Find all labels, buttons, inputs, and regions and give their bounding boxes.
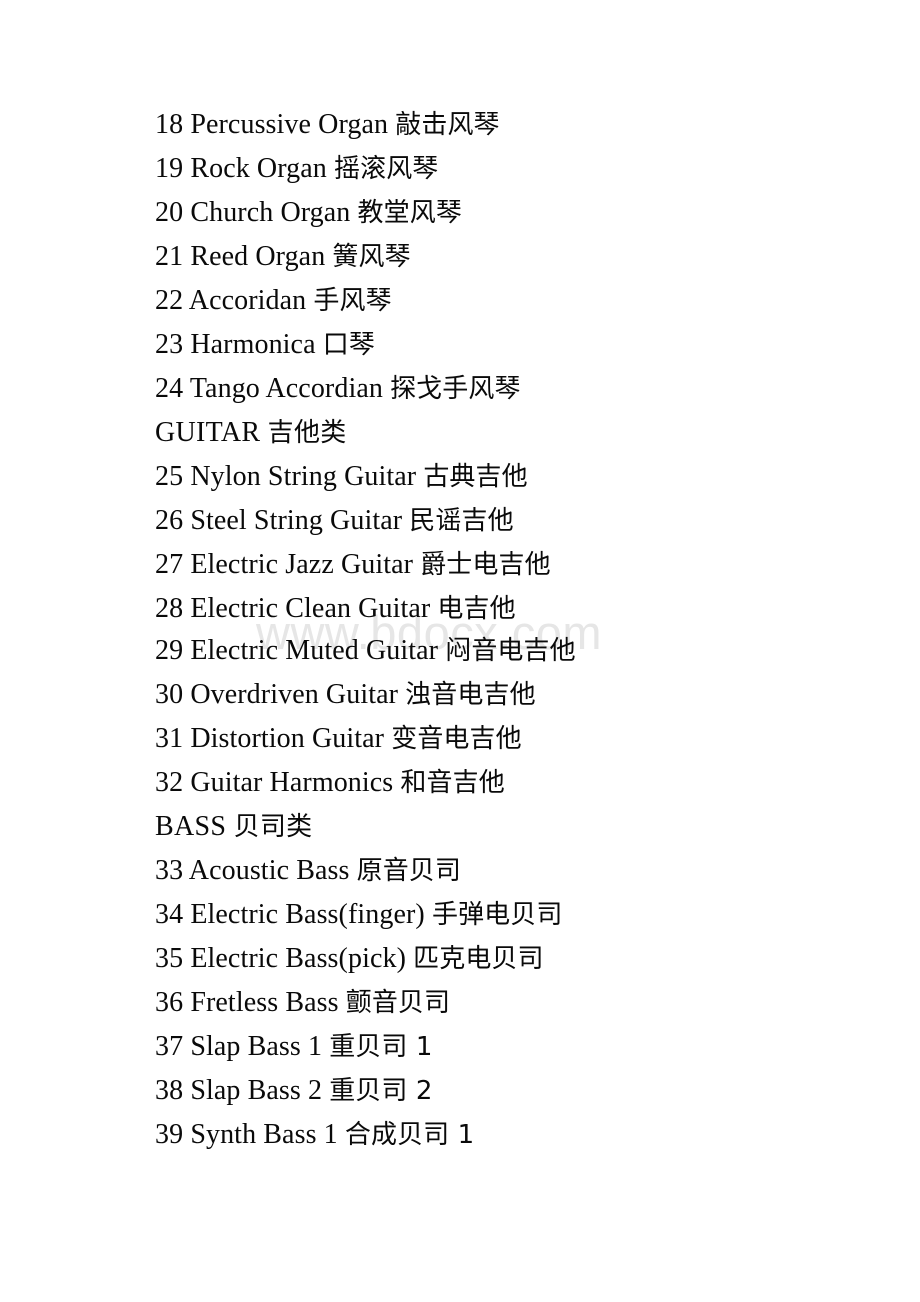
instrument-name-en: Church Organ	[190, 197, 351, 228]
instrument-number: 26	[155, 505, 184, 536]
instrument-number: 23	[155, 329, 184, 360]
instrument-name-cn: 变音电吉他	[391, 724, 522, 754]
instrument-name-en: Electric Bass(pick)	[190, 943, 407, 974]
instrument-name-en: Slap Bass 1	[190, 1031, 323, 1062]
instrument-name-en: Synth Bass 1	[190, 1119, 338, 1150]
instrument-name-en: Electric Muted Guitar	[190, 635, 439, 666]
instrument-name-cn: 原音贝司	[356, 856, 462, 886]
instrument-name-en: Acoustic Bass	[188, 855, 350, 886]
instrument-row: 22 Accoridan 手风琴	[155, 279, 855, 323]
instrument-number: 32	[155, 767, 184, 798]
instrument-name-cn: 匹克电贝司	[413, 944, 544, 974]
instrument-name-en: Electric Jazz Guitar	[190, 549, 414, 580]
instrument-name-cn: 浊音电吉他	[405, 680, 536, 710]
document-page: www.bdocx.com 18 Percussive Organ 敲击风琴 19…	[0, 0, 920, 1302]
instrument-row: 36 Fretless Bass 颤音贝司	[155, 981, 855, 1025]
category-heading: GUITAR 吉他类	[155, 411, 855, 455]
instrument-name-en: Steel String Guitar	[190, 505, 403, 536]
instrument-name-cn: 手风琴	[313, 286, 392, 316]
instrument-number: 25	[155, 461, 184, 492]
instrument-number: 22	[155, 285, 184, 316]
instrument-name-cn: 口琴	[322, 330, 375, 360]
instrument-name-en: Accoridan	[188, 285, 307, 316]
category-name-en: GUITAR	[155, 417, 261, 448]
instrument-name-cn: 闷音电吉他	[445, 636, 576, 666]
instrument-number: 24	[155, 373, 184, 404]
instrument-name-cn: 重贝司 2	[329, 1076, 433, 1106]
instrument-name-cn: 颤音贝司	[345, 988, 451, 1018]
instrument-name-cn: 教堂风琴	[357, 198, 462, 228]
instrument-name-en: Reed Organ	[190, 241, 326, 272]
instrument-number: 29	[155, 635, 184, 666]
instrument-row: 29 Electric Muted Guitar 闷音电吉他	[155, 631, 855, 673]
instrument-row: 35 Electric Bass(pick) 匹克电贝司	[155, 937, 855, 981]
instrument-number: 38	[155, 1075, 184, 1106]
instrument-name-cn: 敲击风琴	[395, 110, 500, 140]
instrument-row: 18 Percussive Organ 敲击风琴	[155, 103, 855, 147]
instrument-name-cn: 和音吉他	[400, 768, 505, 798]
instrument-row: 21 Reed Organ 簧风琴	[155, 235, 855, 279]
instrument-row: 25 Nylon String Guitar 古典吉他	[155, 455, 855, 499]
instrument-name-cn: 古典吉他	[423, 462, 528, 492]
instrument-row: 27 Electric Jazz Guitar 爵士电吉他	[155, 543, 855, 587]
category-name-en: BASS	[155, 811, 227, 842]
instrument-number: 20	[155, 197, 184, 228]
instrument-name-en: Electric Clean Guitar	[190, 593, 431, 624]
instrument-row: 24 Tango Accordian 探戈手风琴	[155, 367, 855, 411]
instrument-name-en: Rock Organ	[190, 153, 327, 184]
instrument-row: 34 Electric Bass(finger) 手弹电贝司	[155, 893, 855, 937]
instrument-row: 32 Guitar Harmonics 和音吉他	[155, 761, 855, 805]
instrument-number: 35	[155, 943, 184, 974]
instrument-row: 19 Rock Organ 摇滚风琴	[155, 147, 855, 191]
instrument-name-en: Percussive Organ	[190, 109, 389, 140]
instrument-name-cn: 摇滚风琴	[334, 154, 439, 184]
instrument-row: 33 Acoustic Bass 原音贝司	[155, 849, 855, 893]
instrument-row: 23 Harmonica 口琴	[155, 323, 855, 367]
instrument-name-en: Harmonica	[190, 329, 316, 360]
instrument-name-cn: 簧风琴	[332, 242, 411, 272]
instrument-name-cn: 民谣吉他	[409, 506, 514, 536]
instrument-number: 28	[155, 593, 184, 624]
instrument-name-cn: 重贝司 1	[329, 1032, 433, 1062]
instrument-row: 37 Slap Bass 1 重贝司 1	[155, 1025, 855, 1069]
instrument-name-cn: 手弹电贝司	[431, 900, 563, 930]
instrument-row: 39 Synth Bass 1 合成贝司 1	[155, 1113, 855, 1157]
instrument-name-en: Overdriven Guitar	[190, 679, 399, 710]
instrument-list: 18 Percussive Organ 敲击风琴 19 Rock Organ 摇滚…	[155, 103, 855, 1157]
instrument-row: 20 Church Organ 教堂风琴	[155, 191, 855, 235]
instrument-number: 36	[155, 987, 184, 1018]
instrument-row: 38 Slap Bass 2 重贝司 2	[155, 1069, 855, 1113]
instrument-number: 37	[155, 1031, 184, 1062]
instrument-row: 26 Steel String Guitar 民谣吉他	[155, 499, 855, 543]
instrument-number: 19	[155, 153, 184, 184]
instrument-number: 34	[155, 899, 184, 930]
instrument-name-cn: 合成贝司 1	[344, 1120, 475, 1150]
instrument-number: 27	[155, 549, 184, 580]
instrument-name-en: Fretless Bass	[190, 987, 339, 1018]
instrument-number: 30	[155, 679, 184, 710]
instrument-row: 30 Overdriven Guitar 浊音电吉他	[155, 673, 855, 717]
instrument-name-cn: 爵士电吉他	[420, 550, 551, 580]
instrument-name-en: Nylon String Guitar	[190, 461, 417, 492]
instrument-number: 33	[155, 855, 184, 886]
instrument-number: 21	[155, 241, 184, 272]
instrument-name-cn: 探戈手风琴	[390, 374, 521, 404]
instrument-row: 28 Electric Clean Guitar 电吉他	[155, 587, 855, 631]
category-heading: BASS 贝司类	[155, 805, 855, 849]
instrument-number: 18	[155, 109, 184, 140]
instrument-name-en: Electric Bass(finger)	[190, 899, 425, 930]
instrument-name-en: Guitar Harmonics	[190, 767, 394, 798]
instrument-name-en: Tango Accordian	[189, 373, 383, 404]
category-name-cn: 吉他类	[267, 418, 347, 448]
instrument-number: 31	[155, 723, 184, 754]
instrument-name-en: Slap Bass 2	[190, 1075, 323, 1106]
instrument-row: 31 Distortion Guitar 变音电吉他	[155, 717, 855, 761]
category-name-cn: 贝司类	[233, 812, 313, 842]
instrument-number: 39	[155, 1119, 184, 1150]
instrument-name-en: Distortion Guitar	[190, 723, 385, 754]
instrument-name-cn: 电吉他	[437, 594, 516, 624]
